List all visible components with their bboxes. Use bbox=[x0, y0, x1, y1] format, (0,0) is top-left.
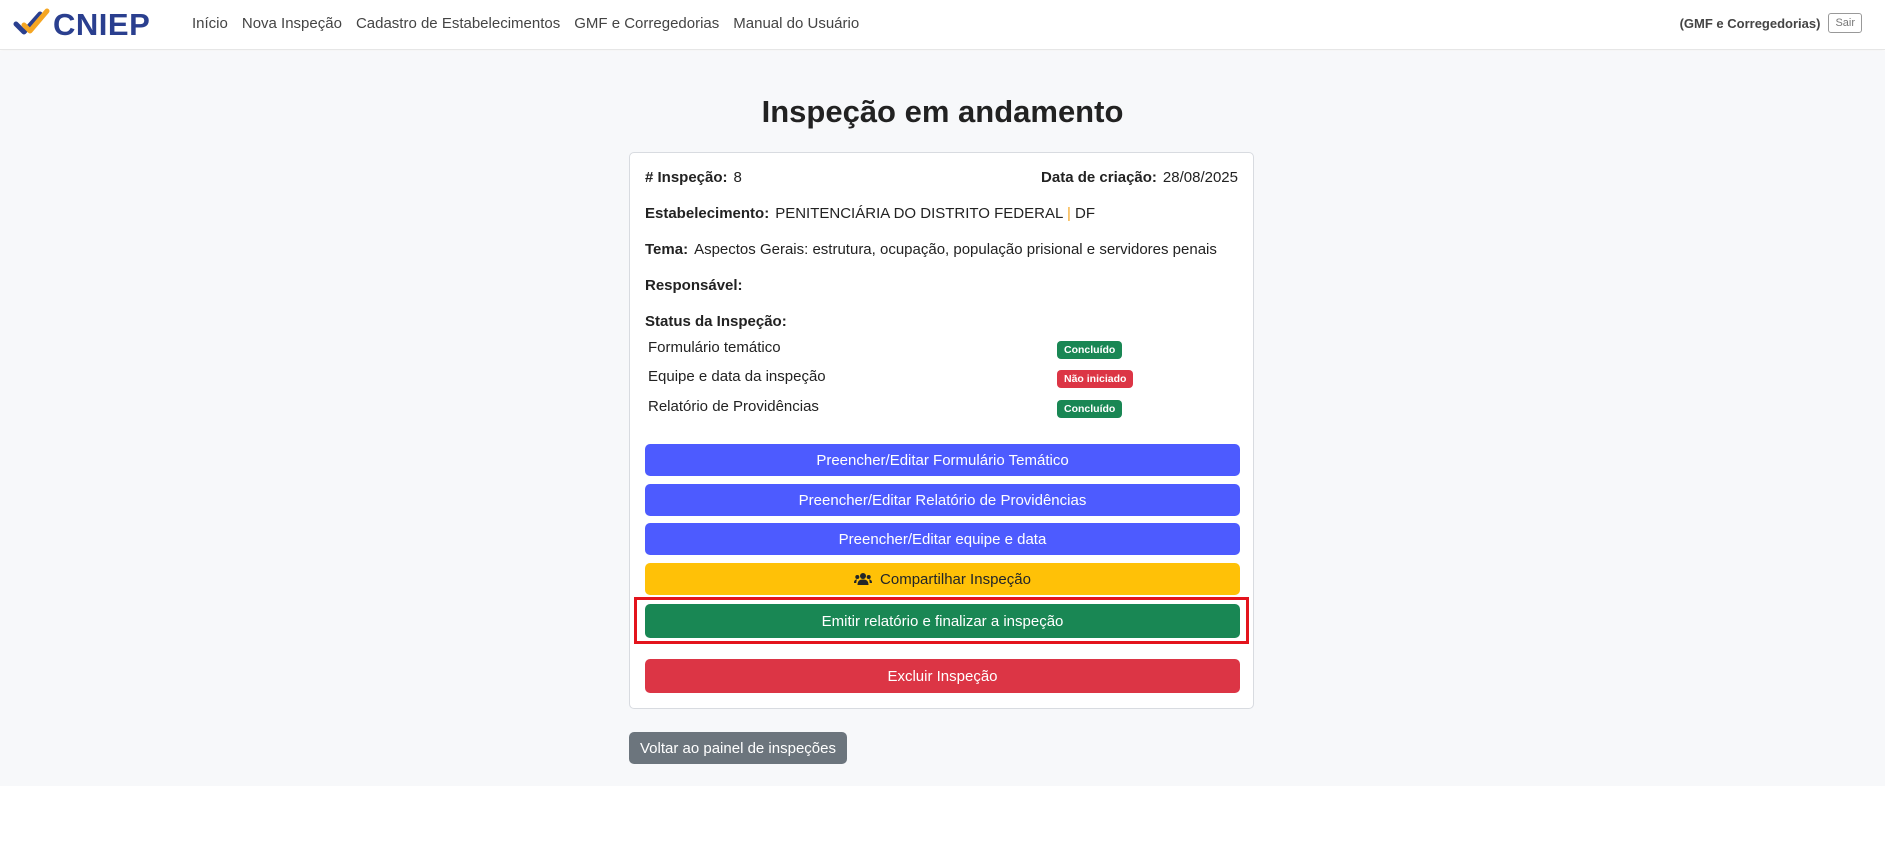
status-label: Status da Inspeção: bbox=[645, 313, 787, 330]
inspection-card: # Inspeção: 8 Data de criação: 28/08/2025 … bbox=[629, 152, 1254, 709]
establishment-row: Estabelecimento: PENITENCIÁRIA DO DISTRIT… bbox=[645, 205, 1238, 222]
logout-button[interactable]: Sair bbox=[1828, 13, 1862, 33]
nav-item-nova-inspecao[interactable]: Nova Inspeção bbox=[235, 15, 349, 32]
share-inspection-label: Compartilhar Inspeção bbox=[880, 570, 1031, 588]
status-item-label: Equipe e data da inspeção bbox=[648, 368, 826, 385]
creation-date: Data de criação: 28/08/2025 bbox=[1041, 169, 1238, 186]
theme-value: Aspectos Gerais: estrutura, ocupação, po… bbox=[694, 241, 1217, 258]
share-inspection-button[interactable]: Compartilhar Inspeção bbox=[645, 563, 1240, 595]
fill-report-button[interactable]: Preencher/Editar Relatório de Providênci… bbox=[645, 484, 1240, 516]
establishment-separator: | bbox=[1066, 205, 1071, 222]
creation-date-label: Data de criação: bbox=[1041, 169, 1157, 186]
brand-logo[interactable]: CNIEP bbox=[13, 6, 150, 44]
inspection-number-row: # Inspeção: 8 Data de criação: 28/08/2025 bbox=[645, 169, 1238, 186]
status-badge: Concluído bbox=[1057, 400, 1123, 418]
establishment-uf: DF bbox=[1075, 205, 1096, 222]
status-badge: Não iniciado bbox=[1057, 370, 1134, 388]
top-navbar: CNIEP Início Nova Inspeção Cadastro de E… bbox=[0, 0, 1885, 50]
delete-inspection-button[interactable]: Excluir Inspeção bbox=[645, 659, 1240, 693]
user-area: (GMF e Corregedorias) Sair bbox=[1680, 11, 1862, 35]
responsible-label: Responsável: bbox=[645, 277, 743, 294]
status-item-relatorio: Relatório de Providências bbox=[648, 398, 819, 415]
page-title: Inspeção em andamento bbox=[761, 94, 1124, 129]
establishment-label: Estabelecimento: bbox=[645, 205, 770, 222]
brand-name: CNIEP bbox=[53, 7, 151, 42]
status-badge: Concluído bbox=[1057, 341, 1123, 359]
status-heading: Status da Inspeção: bbox=[645, 313, 1238, 330]
theme-row: Tema: Aspectos Gerais: estrutura, ocupaçã… bbox=[645, 241, 1238, 258]
status-item-formulario: Formulário temático bbox=[648, 339, 781, 356]
status-item-label: Formulário temático bbox=[648, 339, 781, 356]
establishment-value: PENITENCIÁRIA DO DISTRITO FEDERAL bbox=[775, 205, 1063, 222]
users-icon bbox=[854, 572, 873, 586]
nav-item-inicio[interactable]: Início bbox=[192, 15, 235, 32]
creation-date-value: 28/08/2025 bbox=[1162, 169, 1238, 186]
user-role: (GMF e Corregedorias) bbox=[1679, 15, 1821, 31]
nav-item-cadastro-estabelecimentos[interactable]: Cadastro de Estabelecimentos bbox=[349, 15, 567, 32]
checkmark-logo-icon bbox=[13, 6, 51, 45]
fill-form-button[interactable]: Preencher/Editar Formulário Temático bbox=[645, 444, 1240, 476]
inspection-number-label: # Inspeção: bbox=[645, 169, 728, 186]
inspection-number-value: 8 bbox=[733, 169, 742, 186]
nav-item-gmf-corregedorias[interactable]: GMF e Corregedorias bbox=[567, 15, 726, 32]
responsible-row: Responsável: bbox=[645, 277, 1238, 294]
status-item-label: Relatório de Providências bbox=[648, 398, 819, 415]
main-content: Inspeção em andamento # Inspeção: 8 Data … bbox=[0, 51, 1885, 786]
nav-menu: Início Nova Inspeção Cadastro de Estabel… bbox=[192, 0, 866, 46]
status-item-equipe: Equipe e data da inspeção bbox=[648, 368, 826, 385]
nav-item-manual-usuario[interactable]: Manual do Usuário bbox=[726, 15, 866, 32]
fill-team-date-button[interactable]: Preencher/Editar equipe e data bbox=[645, 523, 1240, 555]
theme-label: Tema: bbox=[645, 241, 689, 258]
issue-report-finalize-button[interactable]: Emitir relatório e finalizar a inspeção bbox=[645, 604, 1240, 638]
back-to-panel-button[interactable]: Voltar ao painel de inspeções bbox=[629, 732, 847, 764]
